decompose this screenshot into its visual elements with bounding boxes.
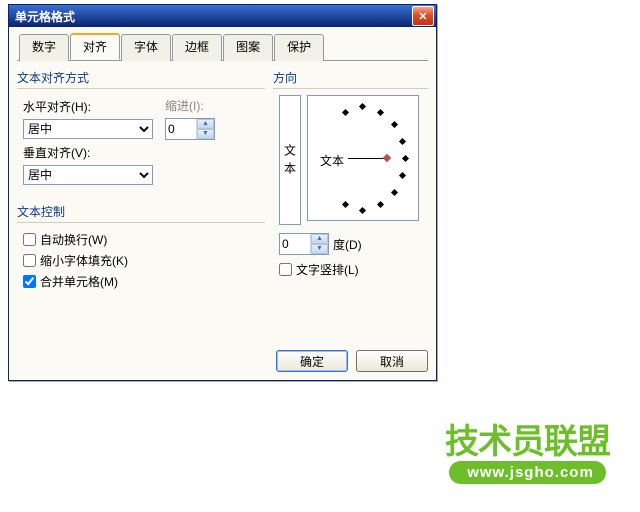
dial-dot [342,109,349,116]
dialog-buttons: 确定 取消 [17,350,428,372]
dial-text-label: 文本 [320,152,344,169]
degree-label: 度(D) [333,236,362,253]
dialog-body: 数字 对齐 字体 边框 图案 保护 文本对齐方式 水平对齐(H): [9,27,436,380]
tab-alignment[interactable]: 对齐 [70,33,120,60]
titlebar: 单元格格式 ✕ [9,5,436,27]
h-align-label: 水平对齐(H): [23,98,91,115]
ok-button[interactable]: 确定 [276,350,348,372]
dial-dot [359,207,366,214]
orientation-title: 方向 [273,69,428,86]
dial-end-icon [383,154,391,162]
dial-dot [402,155,409,162]
cancel-button[interactable]: 取消 [356,350,428,372]
tab-protection[interactable]: 保护 [274,34,324,61]
tab-number[interactable]: 数字 [19,34,69,61]
tab-border[interactable]: 边框 [172,34,222,61]
watermark-logo: 技术员联盟 www.jsgho.com [445,425,610,484]
dial-pointer [348,158,384,159]
vertical-text-button[interactable]: 文本 [279,95,301,225]
merge-cells-checkbox[interactable] [23,275,36,288]
indent-up-icon[interactable]: ▲ [197,119,214,129]
orientation-group: 方向 文本 文本 [273,69,428,288]
wrap-text-label: 自动换行(W) [40,231,107,248]
text-alignment-group: 文本对齐方式 水平对齐(H): 居中 [17,69,265,193]
h-align-select[interactable]: 居中 [23,119,153,139]
close-icon: ✕ [418,10,427,23]
indent-label: 缩进(I): [165,97,204,114]
text-alignment-title: 文本对齐方式 [17,69,265,86]
dial-dot [391,189,398,196]
dial-dot [377,201,384,208]
indent-input[interactable] [166,119,196,139]
vertical-stack-checkbox[interactable] [279,263,292,276]
indent-down-icon[interactable]: ▼ [197,129,214,139]
text-control-title: 文本控制 [17,203,265,220]
watermark-title: 技术员联盟 [445,425,610,459]
wrap-text-checkbox[interactable] [23,233,36,246]
degree-down-icon[interactable]: ▼ [311,244,328,254]
dial-dot [377,109,384,116]
watermark-url: www.jsgho.com [449,461,606,484]
tab-strip: 数字 对齐 字体 边框 图案 保护 [17,33,428,61]
tab-patterns[interactable]: 图案 [223,34,273,61]
tab-font[interactable]: 字体 [121,34,171,61]
shrink-to-fit-label: 缩小字体填充(K) [40,252,128,269]
degree-spinner[interactable]: ▲ ▼ [279,233,329,255]
dial-dot [399,172,406,179]
dial-dot [359,103,366,110]
format-cells-dialog: 单元格格式 ✕ 数字 对齐 字体 边框 图案 保护 文本对齐方式 [8,4,437,381]
merge-cells-label: 合并单元格(M) [40,273,118,290]
shrink-to-fit-checkbox[interactable] [23,254,36,267]
orientation-dial[interactable]: 文本 [307,95,419,221]
dial-dot [342,201,349,208]
v-align-select[interactable]: 居中 [23,165,153,185]
text-control-group: 文本控制 自动换行(W) 缩小字体填充(K) 合并单元格(M) [17,203,265,298]
degree-up-icon[interactable]: ▲ [311,234,328,244]
v-align-label: 垂直对齐(V): [23,144,90,161]
dialog-title: 单元格格式 [15,8,75,25]
close-button[interactable]: ✕ [412,6,434,26]
vertical-stack-label: 文字竖排(L) [296,261,359,278]
degree-input[interactable] [280,234,310,254]
dial-dot [399,138,406,145]
dial-dot [391,121,398,128]
indent-spinner[interactable]: ▲ ▼ [165,118,215,140]
